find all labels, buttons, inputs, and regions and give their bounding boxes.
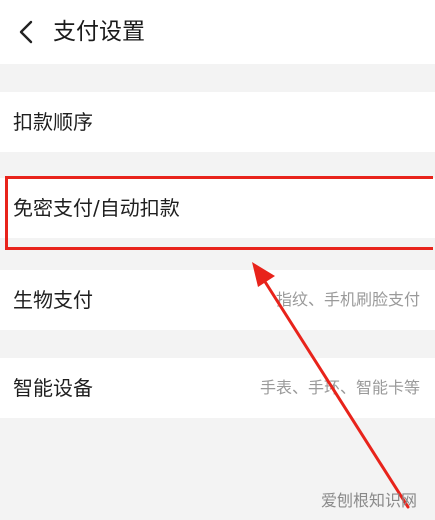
list-item-label: 生物支付 <box>13 288 93 312</box>
list-item-payment-order[interactable]: 扣款顺序 <box>0 92 435 152</box>
header-bar: 支付设置 <box>0 0 435 64</box>
chevron-left-icon <box>19 20 33 44</box>
watermark-text: 爱刨根知识网 <box>320 491 417 510</box>
list-item-hint: 手表、手环、智能卡等 <box>259 378 420 397</box>
list-item-password-free-payment[interactable]: 免密支付/自动扣款 <box>0 178 435 238</box>
back-button[interactable] <box>8 14 44 50</box>
list-item-hint: 指纹、手机刷脸支付 <box>275 290 420 309</box>
list-item-label: 免密支付/自动扣款 <box>13 196 180 220</box>
list-item-label: 智能设备 <box>13 376 93 400</box>
page-title: 支付设置 <box>53 19 145 45</box>
annotation-arrow <box>252 262 410 509</box>
list-item-smart-device[interactable]: 智能设备 手表、手环、智能卡等 <box>0 358 435 418</box>
list-item-label: 扣款顺序 <box>13 110 93 134</box>
list-item-biometric-payment[interactable]: 生物支付 指纹、手机刷脸支付 <box>0 270 435 330</box>
